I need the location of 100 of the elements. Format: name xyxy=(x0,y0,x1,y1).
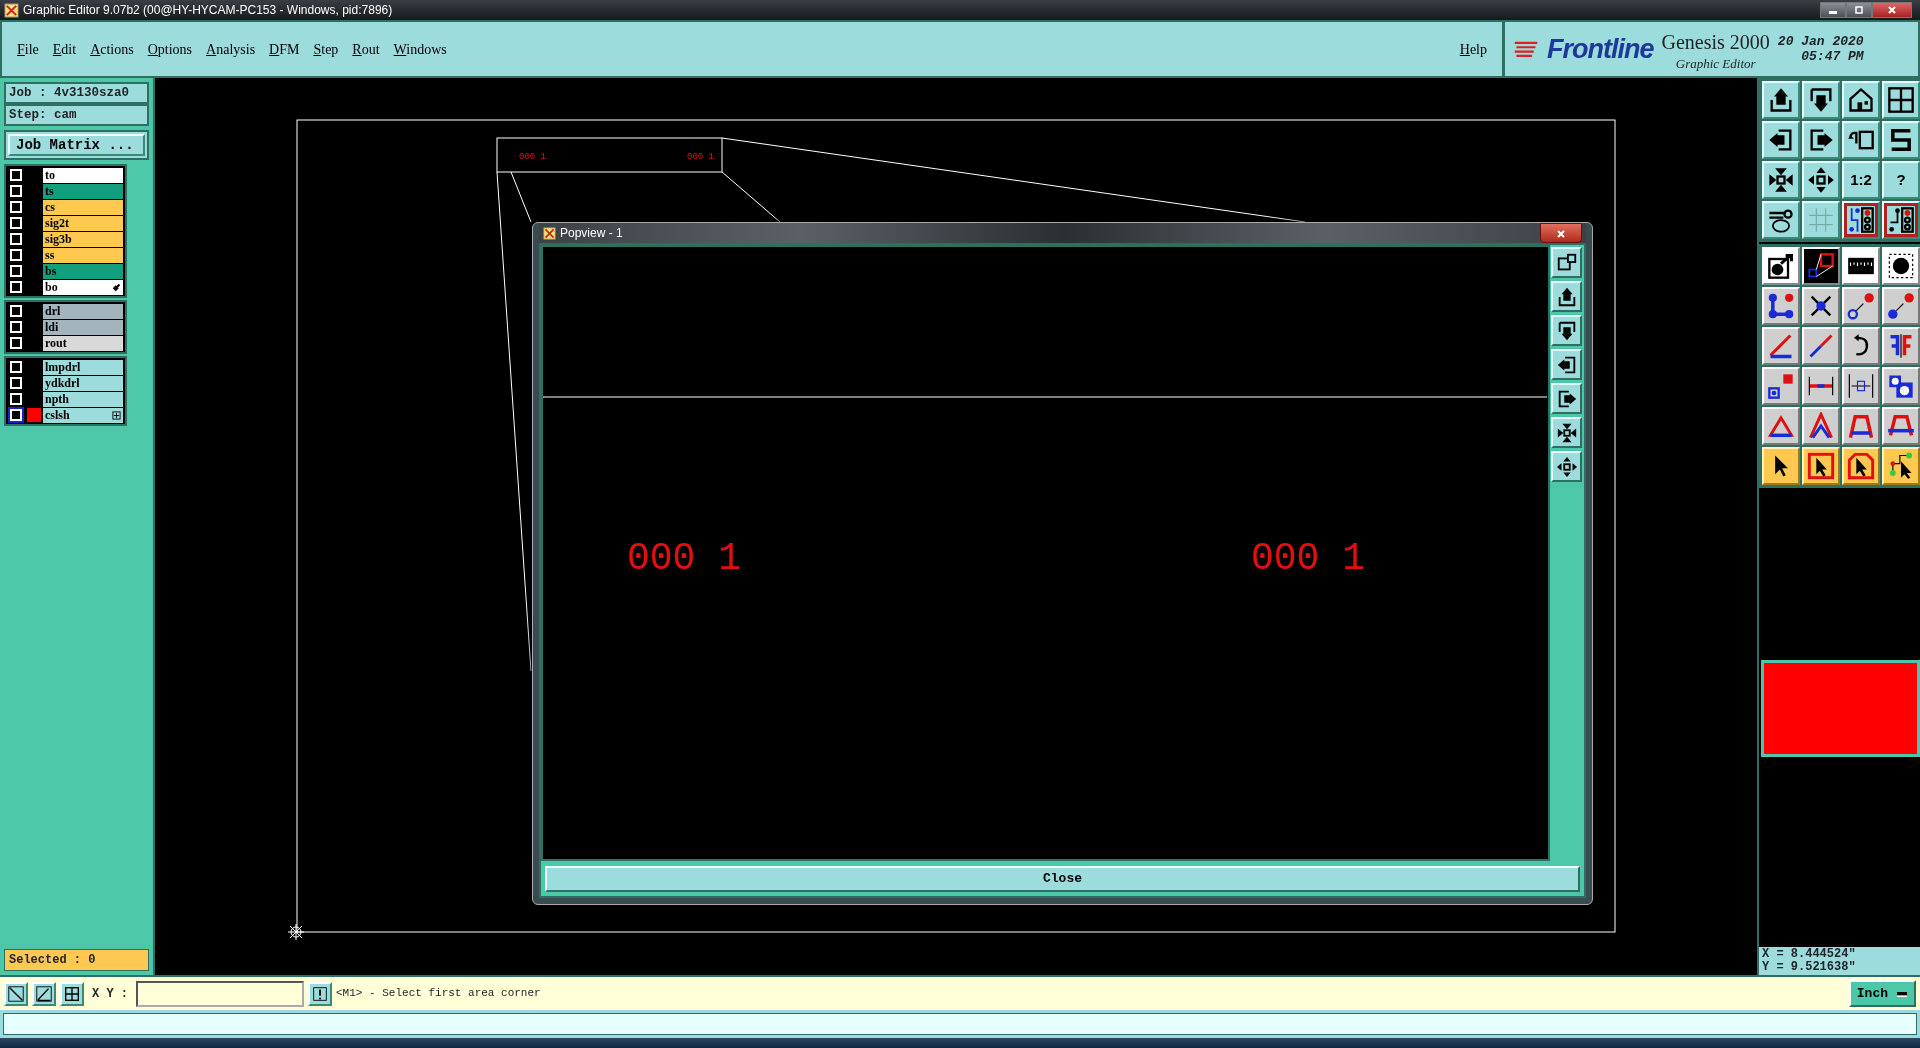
window-title: Graphic Editor 9.07b2 (00@HY-HYCAM-PC153 - Windows, pid:7896) xyxy=(23,2,394,19)
layer-name[interactable]: lmpdrl xyxy=(43,359,123,375)
tool-button[interactable] xyxy=(32,981,56,1006)
layer-name[interactable]: cslsh xyxy=(43,407,123,423)
tool-button[interactable] xyxy=(4,981,28,1006)
grid-snap-icon xyxy=(63,984,81,1003)
menu-item[interactable]: Analysis xyxy=(199,38,263,60)
layer-checkbox[interactable] xyxy=(10,233,22,245)
close-popview-button[interactable]: Close xyxy=(545,866,1580,892)
view-button[interactable] xyxy=(1551,315,1582,347)
layer-name[interactable]: to xyxy=(43,167,123,183)
toolbar-button[interactable] xyxy=(1762,81,1800,119)
layer-name[interactable]: sig2t xyxy=(43,215,123,231)
measure-icon xyxy=(1847,372,1875,400)
toolbar-button[interactable] xyxy=(1802,447,1840,485)
toolbar-button[interactable] xyxy=(1762,201,1800,239)
layer-name[interactable]: ydkdrl xyxy=(43,375,123,391)
view-button[interactable] xyxy=(1551,417,1582,449)
toolbar-button[interactable] xyxy=(1882,447,1920,485)
arch-icon xyxy=(1847,412,1875,440)
toolbar-button[interactable] xyxy=(1762,121,1800,159)
layer-name[interactable]: npth xyxy=(43,391,123,407)
layer-name[interactable]: ldi xyxy=(43,319,123,335)
xy-input-field[interactable] xyxy=(136,980,304,1007)
dot-arrow-icon xyxy=(1847,292,1875,320)
pointer-icon xyxy=(1847,452,1875,480)
zoom-in-icon xyxy=(1555,455,1578,478)
layer-checkbox[interactable] xyxy=(10,169,22,181)
toolbar-button[interactable]: ? xyxy=(1882,161,1920,199)
toolbar-button[interactable] xyxy=(1802,81,1840,119)
view-button[interactable] xyxy=(1551,383,1582,415)
layer-checkbox[interactable] xyxy=(10,361,22,373)
layer-checkbox[interactable] xyxy=(10,305,22,317)
close-icon xyxy=(1556,228,1566,239)
units-dropdown[interactable]: Inch xyxy=(1848,979,1916,1008)
view-button[interactable] xyxy=(1551,247,1582,279)
tool-button[interactable] xyxy=(60,981,84,1006)
minimize-button[interactable] xyxy=(1820,2,1846,18)
view-button[interactable] xyxy=(1551,451,1582,483)
layer-checkbox[interactable] xyxy=(10,249,22,261)
close-button[interactable] xyxy=(1540,223,1582,243)
toolbar-button[interactable] xyxy=(1842,201,1880,239)
menu-item[interactable]: Step xyxy=(306,38,346,60)
toolbar-button[interactable] xyxy=(1842,81,1880,119)
menu-item[interactable]: Edit xyxy=(45,38,84,60)
layer-name[interactable]: drl xyxy=(43,303,123,319)
toolbar-button[interactable] xyxy=(1762,161,1800,199)
job-matrix-button[interactable]: Job Matrix ... xyxy=(8,134,145,156)
layer-name[interactable]: bo xyxy=(43,279,123,295)
toolbar-button[interactable] xyxy=(1762,447,1800,485)
layer-checkbox[interactable] xyxy=(10,393,22,405)
layer-name[interactable]: bs xyxy=(43,263,123,279)
layer-checkbox[interactable] xyxy=(10,337,22,349)
close-button[interactable] xyxy=(1872,2,1912,18)
menu-item[interactable]: DFM xyxy=(262,38,307,60)
route-pointer-icon xyxy=(1887,452,1915,480)
menu-item[interactable]: Windows xyxy=(386,38,454,60)
circuit-icon xyxy=(1887,206,1915,234)
toolbar-button[interactable] xyxy=(1882,201,1920,239)
layer-name[interactable]: sig3b xyxy=(43,231,123,247)
step-name: Step: cam xyxy=(4,104,149,126)
toolbar-button[interactable] xyxy=(1802,161,1840,199)
help-menu[interactable]: Help xyxy=(1452,38,1494,60)
layer-checkbox[interactable] xyxy=(10,321,22,333)
maximize-button[interactable] xyxy=(1846,2,1872,18)
toolbar-button[interactable] xyxy=(1882,81,1920,119)
toolbar-button[interactable]: 1:2 xyxy=(1842,161,1880,199)
toolbar-button[interactable] xyxy=(1882,121,1920,159)
xy-label: X Y : xyxy=(92,985,128,1003)
toolbar-button[interactable] xyxy=(1842,447,1880,485)
layer-checkbox[interactable] xyxy=(10,265,22,277)
menu-item[interactable]: Rout xyxy=(345,38,387,60)
board-text: 000 1 xyxy=(627,537,742,581)
layer-checkbox[interactable] xyxy=(10,217,22,229)
app-icon xyxy=(4,2,19,18)
layer-checkbox[interactable] xyxy=(10,377,22,389)
triangle-icon xyxy=(1807,412,1835,440)
toolbar-button[interactable] xyxy=(1802,121,1840,159)
layer-name[interactable]: rout xyxy=(43,335,123,351)
grid-icon xyxy=(1807,206,1835,234)
menu-item[interactable]: Actions xyxy=(83,38,141,60)
exclamation-icon xyxy=(311,984,329,1003)
origin-icon xyxy=(287,923,305,941)
x-coordinate: X = 8.444524" xyxy=(1762,948,1857,961)
selected-count: Selected : 0 xyxy=(4,949,149,971)
job-name: Job : 4v3130sza0 xyxy=(4,82,149,104)
menu-item[interactable]: Options xyxy=(140,38,200,60)
layer-name[interactable]: ss xyxy=(43,247,123,263)
menu-item[interactable]: File xyxy=(10,38,46,60)
layer-name[interactable]: cs xyxy=(43,199,123,215)
board-text: 000 1 xyxy=(1251,537,1366,581)
layer-checkbox[interactable] xyxy=(10,201,22,213)
layer-name[interactable]: ts xyxy=(43,183,123,199)
layer-checkbox[interactable] xyxy=(10,185,22,197)
execute-button[interactable] xyxy=(308,981,332,1006)
layer-checkbox[interactable] xyxy=(10,281,22,293)
product-subtitle: Graphic Editor xyxy=(1675,57,1756,71)
view-button[interactable] xyxy=(1551,281,1582,313)
view-button[interactable] xyxy=(1551,349,1582,381)
toolbar-button[interactable] xyxy=(1842,121,1880,159)
